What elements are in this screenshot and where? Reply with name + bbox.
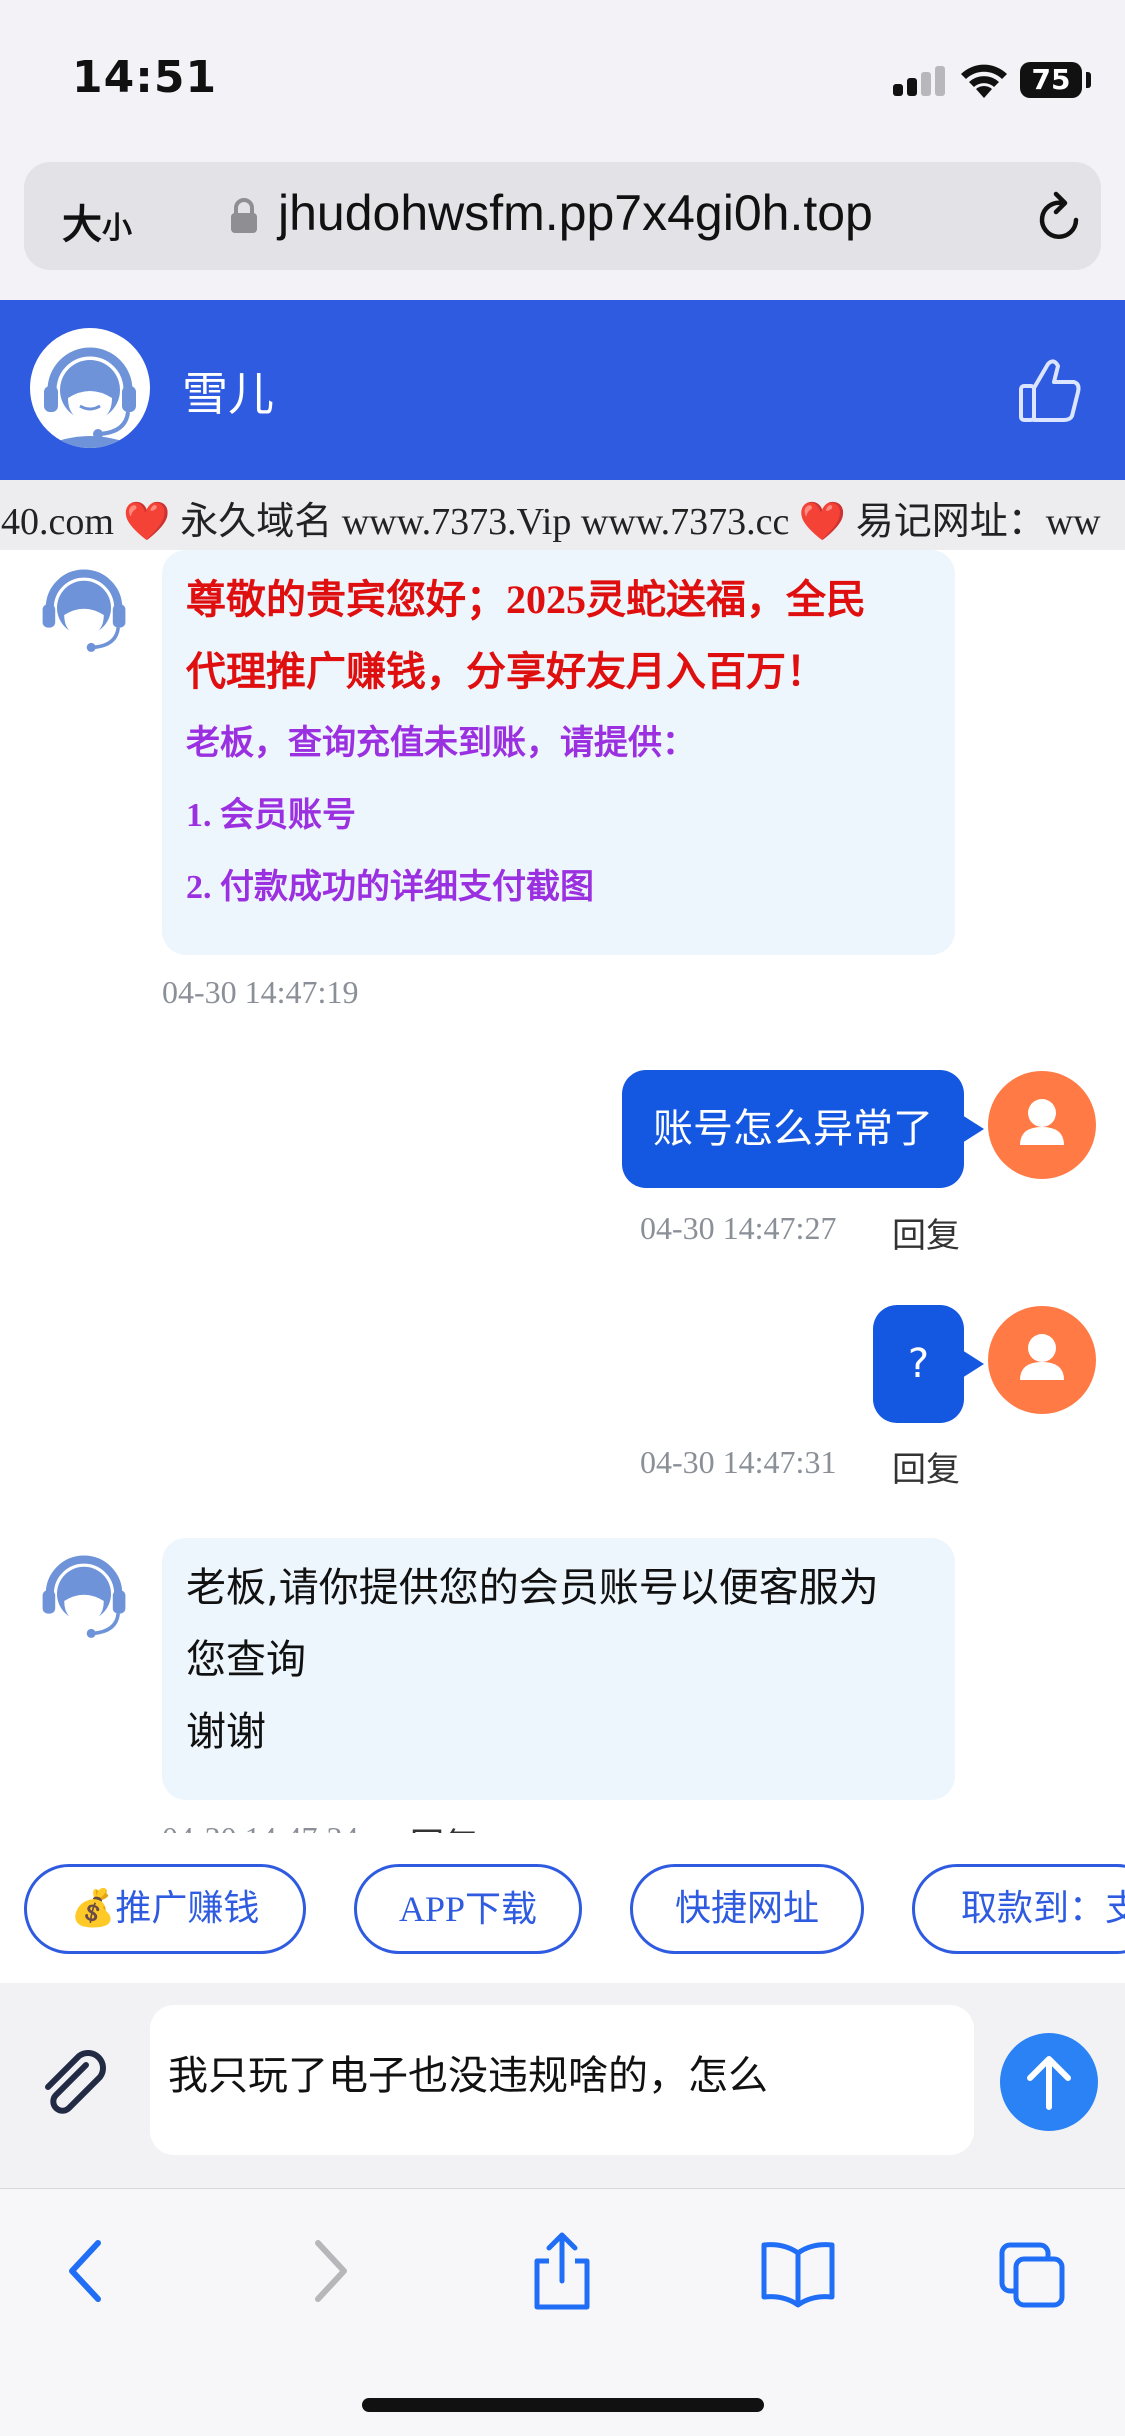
bookmarks-icon[interactable] xyxy=(760,2231,836,2311)
message-timestamp: 04-30 14:47:27 xyxy=(640,1210,837,1246)
support-agent-icon xyxy=(31,1539,137,1645)
status-bar: 14:51 75 xyxy=(0,0,1125,150)
announcement-marquee: 340.com ❤️ 永久域名 www.7373.Vip www.7373.cc… xyxy=(0,480,1125,550)
support-agent-icon xyxy=(32,330,148,448)
user-message-bubble: 账号怎么异常了 xyxy=(622,1070,984,1188)
marquee-text: 340.com ❤️ 永久域名 www.7373.Vip www.7373.cc… xyxy=(0,501,1101,543)
address-bar[interactable]: 大小 jhudohwsfm.pp7x4gi0h.top xyxy=(24,162,1101,270)
quick-link-promote[interactable]: 💰推广赚钱 xyxy=(24,1864,306,1954)
user-icon xyxy=(1020,1099,1064,1145)
share-icon[interactable] xyxy=(527,2231,597,2311)
message-timestamp: 04-30 14:47:31 xyxy=(640,1444,837,1480)
user-avatar xyxy=(988,1071,1096,1179)
promo-line: 尊敬的贵宾您好；2025灵蛇送福，全民 xyxy=(186,577,866,622)
agent-message-bubble: 老板,请你提供您的会员账号以便客服为 您查询 谢谢 xyxy=(162,1538,955,1800)
promo-line: 代理推广赚钱，分享好友月入百万！ xyxy=(186,649,826,694)
agent-avatar xyxy=(30,328,150,448)
message-timestamp: 04-30 14:47:19 xyxy=(162,974,359,1010)
agent-avatar xyxy=(30,1538,138,1646)
home-indicator xyxy=(362,2398,764,2412)
wifi-icon xyxy=(961,64,1007,98)
user-icon xyxy=(1020,1334,1064,1380)
reply-link[interactable]: 回复 xyxy=(892,1208,960,1257)
thumbs-up-icon[interactable] xyxy=(1018,356,1082,424)
user-avatar xyxy=(988,1306,1096,1414)
message-input[interactable]: 我只玩了电子也没违规啥的，怎么 xyxy=(150,2005,974,2155)
support-agent-icon xyxy=(31,553,137,659)
paperclip-icon[interactable] xyxy=(34,2043,114,2123)
battery-icon: 75 xyxy=(1020,62,1082,98)
chat-header: 雪儿 xyxy=(0,300,1125,480)
quick-links-bar[interactable]: 💰推广赚钱 APP下载 快捷网址 取款到：支 xyxy=(0,1833,1125,1983)
url-text[interactable]: jhudohwsfm.pp7x4gi0h.top xyxy=(278,184,873,242)
message-list[interactable]: 尊敬的贵宾您好；2025灵蛇送福，全民 代理推广赚钱，分享好友月入百万！ 老板，… xyxy=(0,550,1125,1833)
text-size-button[interactable]: 大小 xyxy=(62,192,132,250)
user-message-bubble: ? xyxy=(873,1305,984,1423)
agent-name: 雪儿 xyxy=(182,367,274,421)
reload-icon[interactable] xyxy=(1032,186,1088,246)
instruction-line: 2. 付款成功的详细支付截图 xyxy=(186,869,594,906)
reply-link[interactable]: 回复 xyxy=(892,1442,960,1491)
agent-message-line: 老板,请你提供您的会员账号以便客服为 xyxy=(186,1565,879,1611)
tabs-icon[interactable] xyxy=(998,2231,1068,2311)
back-icon[interactable] xyxy=(52,2231,122,2311)
agent-message-line: 谢谢 xyxy=(186,1709,266,1755)
battery-cap xyxy=(1086,72,1091,88)
lock-icon xyxy=(231,198,257,233)
message-timestamp: 04-30 14:47:34 xyxy=(162,1820,358,1833)
reply-link[interactable]: 回复 xyxy=(410,1818,478,1833)
instruction-line: 1. 会员账号 xyxy=(186,797,356,834)
quick-link-app-download[interactable]: APP下载 xyxy=(354,1864,582,1954)
agent-avatar xyxy=(30,552,138,660)
text-size-small: 小 xyxy=(102,211,132,246)
agent-message-line: 您查询 xyxy=(186,1637,306,1683)
chat-input-area: 我只玩了电子也没违规啥的，怎么 xyxy=(0,1983,1125,2188)
quick-link-withdraw[interactable]: 取款到：支 xyxy=(912,1864,1125,1954)
quick-link-shortcut-url[interactable]: 快捷网址 xyxy=(630,1864,864,1954)
text-size-big: 大 xyxy=(62,202,102,248)
arrow-up-icon xyxy=(1027,2056,1071,2110)
status-time: 14:51 xyxy=(72,52,218,103)
agent-message-bubble: 尊敬的贵宾您好；2025灵蛇送福，全民 代理推广赚钱，分享好友月入百万！ 老板，… xyxy=(162,550,955,955)
send-button[interactable] xyxy=(1000,2033,1098,2131)
instruction-line: 老板，查询充值未到账，请提供： xyxy=(186,725,696,762)
signal-icon xyxy=(893,66,945,96)
forward-icon[interactable] xyxy=(294,2231,364,2311)
